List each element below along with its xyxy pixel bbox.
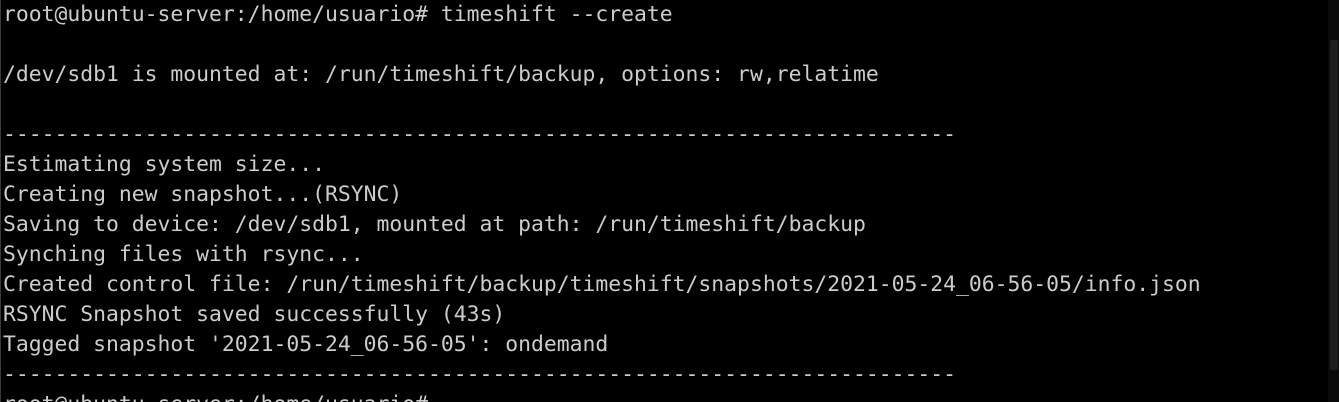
separator-line: ----------------------------------------… (3, 362, 956, 387)
separator-line: ----------------------------------------… (3, 122, 956, 147)
output-line: Synching files with rsync... (3, 242, 364, 267)
output-line: Tagged snapshot '2021-05-24_06-56-05': o… (3, 332, 609, 357)
prompt-line[interactable]: root@ubuntu-server:/home/usuario# (3, 390, 1201, 402)
vertical-scrollbar[interactable] (1328, 0, 1339, 402)
terminal-output[interactable]: root@ubuntu-server:/home/usuario# timesh… (3, 0, 1201, 402)
output-line: RSYNC Snapshot saved successfully (43s) (3, 302, 506, 327)
command-line: root@ubuntu-server:/home/usuario# timesh… (3, 2, 673, 27)
output-line: Created control file: /run/timeshift/bac… (3, 272, 1201, 297)
output-line: Estimating system size... (3, 152, 325, 177)
mount-info-line: /dev/sdb1 is mounted at: /run/timeshift/… (3, 62, 879, 87)
output-line: Creating new snapshot...(RSYNC) (3, 182, 403, 207)
output-line: Saving to device: /dev/sdb1, mounted at … (3, 212, 866, 237)
terminal-window[interactable]: root@ubuntu-server:/home/usuario# timesh… (0, 0, 1339, 402)
scrollbar-thumb[interactable] (1330, 40, 1338, 370)
